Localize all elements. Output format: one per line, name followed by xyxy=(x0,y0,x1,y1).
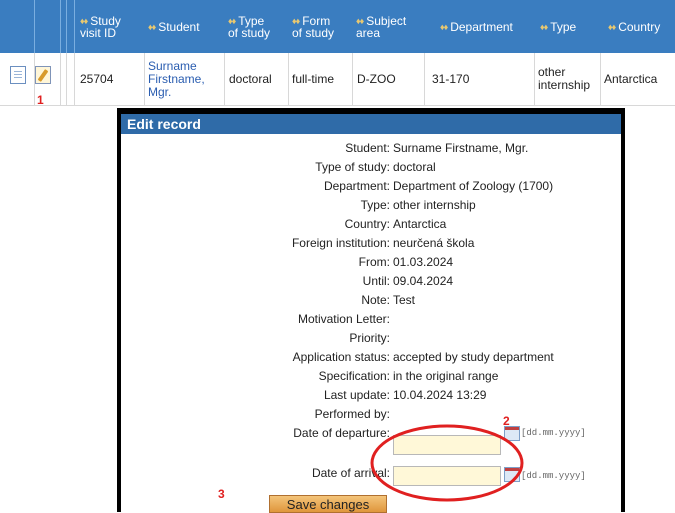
column-separator xyxy=(66,0,67,53)
date-of-departure-input[interactable] xyxy=(393,435,501,455)
date-of-arrival-input[interactable] xyxy=(393,466,501,486)
dialog-title: Edit record xyxy=(121,114,621,134)
field-performed-by: Performed by: xyxy=(314,406,390,421)
edit-record-icon[interactable] xyxy=(35,66,51,84)
field-priority: Priority: xyxy=(349,330,390,345)
sort-arrows-icon: ♦♦ xyxy=(540,21,548,32)
cell-type: other internship xyxy=(538,65,591,92)
column-header-student[interactable]: ♦♦ Student xyxy=(148,0,200,53)
date-format-hint: [dd.mm.yyyy] xyxy=(521,471,586,481)
field-foreign-institution: Foreign institution: neurčená škola xyxy=(291,235,475,250)
cell-border xyxy=(66,53,67,105)
annotation-3: 3 xyxy=(218,487,225,501)
field-type-of-study: Type of study: doctoral xyxy=(315,159,436,174)
field-type: Type: other internship xyxy=(360,197,476,212)
field-specification: Specification: in the original range xyxy=(318,368,499,383)
sort-arrows-icon: ♦♦ xyxy=(148,21,156,32)
edit-record-dialog: Edit record Student: Surname Firstname, M… xyxy=(117,108,625,513)
cell-border xyxy=(424,53,425,105)
field-from: From: 01.03.2024 xyxy=(358,254,454,269)
date-format-hint: [dd.mm.yyyy] xyxy=(521,428,586,438)
column-separator xyxy=(74,0,75,53)
sort-arrows-icon: ♦♦ xyxy=(228,15,236,26)
cell-type-of-study: doctoral xyxy=(229,72,272,86)
sort-arrows-icon: ♦♦ xyxy=(292,15,300,26)
view-record-icon[interactable] xyxy=(10,66,26,84)
annotation-2: 2 xyxy=(503,414,510,428)
column-header-type-of-study[interactable]: ♦♦ Type of study xyxy=(228,0,270,53)
field-country: Country: Antarctica xyxy=(344,216,447,231)
dialog-body: Student: Surname Firstname, Mgr. Type of … xyxy=(121,134,621,513)
cell-form-of-study: full-time xyxy=(292,72,335,86)
column-separator xyxy=(60,0,61,53)
column-header-department[interactable]: ♦♦ Department xyxy=(440,0,513,53)
column-header-country[interactable]: ♦♦ Country xyxy=(608,0,660,53)
student-link[interactable]: Surname Firstname, Mgr. xyxy=(148,53,205,105)
sort-arrows-icon: ♦♦ xyxy=(608,21,616,32)
field-last-update: Last update: 10.04.2024 13:29 xyxy=(323,387,487,402)
sort-arrows-icon: ♦♦ xyxy=(440,21,448,32)
calendar-icon[interactable] xyxy=(504,426,520,441)
column-separator xyxy=(34,0,35,53)
column-header-form-of-study[interactable]: ♦♦ Form of study xyxy=(292,0,334,53)
field-department: Department: Department of Zoology (1700) xyxy=(323,178,554,193)
field-application-status: Application status: accepted by study dep… xyxy=(292,349,554,364)
cell-border xyxy=(74,53,75,105)
cell-border xyxy=(352,53,353,105)
column-header-study-visit-id[interactable]: ♦♦ Study visit ID xyxy=(80,0,121,53)
sort-arrows-icon: ♦♦ xyxy=(356,15,364,26)
table-row: 25704 Surname Firstname, Mgr. doctoral f… xyxy=(0,53,675,106)
cell-border xyxy=(224,53,225,105)
column-header-subject-area[interactable]: ♦♦ Subject area xyxy=(356,0,406,53)
column-header-type[interactable]: ♦♦ Type xyxy=(540,0,576,53)
field-note: Note: Test xyxy=(361,292,416,307)
sort-arrows-icon: ♦♦ xyxy=(80,15,88,26)
cell-study-visit-id: 25704 xyxy=(80,72,114,86)
cell-department: 31-170 xyxy=(432,72,470,86)
annotation-1: 1 xyxy=(37,93,44,107)
cell-border xyxy=(288,53,289,105)
cell-subject-area: D-ZOO xyxy=(357,72,396,86)
cell-border xyxy=(534,53,535,105)
cell-border xyxy=(144,53,145,105)
field-student: Student: Surname Firstname, Mgr. xyxy=(345,140,529,155)
cell-border xyxy=(60,53,61,105)
field-motivation-letter: Motivation Letter: xyxy=(297,311,390,326)
table-header: ♦♦ Study visit ID ♦♦ Student ♦♦ Type of stu… xyxy=(0,0,675,53)
cell-country: Antarctica xyxy=(604,72,658,86)
save-changes-button[interactable]: Save changes xyxy=(269,495,387,513)
calendar-icon[interactable] xyxy=(504,467,520,482)
cell-border xyxy=(600,53,601,105)
field-until: Until: 09.04.2024 xyxy=(362,273,454,288)
